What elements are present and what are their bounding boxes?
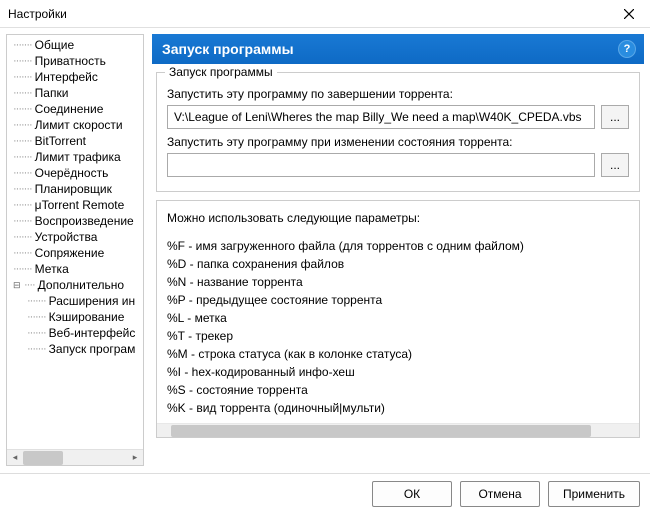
tree-item[interactable]: ·······Общие [7,37,143,53]
panel-header: Запуск программы ? [152,34,644,64]
param-line: %P - предыдущее состояние торрента [167,291,629,309]
tree-item[interactable]: ·······Папки [7,85,143,101]
dialog-button-bar: ОК Отмена Применить [0,473,650,513]
tree-item[interactable]: ·······Кэширование [7,309,143,325]
tree-item[interactable]: ·······Устройства [7,229,143,245]
tree-item[interactable]: ·······BitTorrent [7,133,143,149]
on-finish-input[interactable] [167,105,595,129]
cancel-button[interactable]: Отмена [460,481,540,507]
param-line: %T - трекер [167,327,629,345]
tree-item[interactable]: ·······Интерфейс [7,69,143,85]
on-state-browse-button[interactable]: ... [601,153,629,177]
help-icon: ? [624,43,631,55]
on-finish-label: Запустить эту программу по завершении то… [167,87,629,101]
parameters-box: Можно использовать следующие параметры: … [156,200,640,438]
scroll-right-arrow[interactable]: ▸ [127,452,143,463]
tree-item[interactable]: ·······Соединение [7,101,143,117]
tree-item[interactable]: ·······Расширения ин [7,293,143,309]
params-intro: Можно использовать следующие параметры: [167,209,629,227]
tree-horizontal-scrollbar[interactable]: ◂ ▸ [7,449,143,465]
tree-item[interactable]: ·······μTorrent Remote [7,197,143,213]
param-line: %K - вид торрента (одиночный|мульти) [167,399,629,417]
on-finish-row: ... [167,105,629,129]
close-button[interactable] [608,0,650,28]
param-line: %N - название торрента [167,273,629,291]
scroll-thumb[interactable] [23,451,63,465]
ok-button[interactable]: ОК [372,481,452,507]
tree-item[interactable]: ·······Веб-интерфейс [7,325,143,341]
on-finish-browse-button[interactable]: ... [601,105,629,129]
params-scroll-thumb[interactable] [171,425,591,437]
tree-item[interactable]: ⊟····Дополнительно [7,277,143,293]
tree-item[interactable]: ·······Лимит трафика [7,149,143,165]
tree-item[interactable]: ·······Очерёдность [7,165,143,181]
tree-item[interactable]: ·······Метка [7,261,143,277]
apply-button[interactable]: Применить [548,481,640,507]
category-tree[interactable]: ·······Общие·······Приватность·······Инт… [7,35,143,449]
fieldset-legend: Запуск программы [165,65,277,79]
panel-title: Запуск программы [162,41,294,57]
tree-item[interactable]: ·······Лимит скорости [7,117,143,133]
window-title: Настройки [8,7,67,21]
titlebar: Настройки [0,0,650,28]
category-tree-panel: ·······Общие·······Приватность·······Инт… [6,34,144,466]
on-state-label: Запустить эту программу при изменении со… [167,135,629,149]
content-area: ·······Общие·······Приватность·······Инт… [0,28,650,472]
run-program-fieldset: Запуск программы Запустить эту программу… [156,72,640,192]
scroll-left-arrow[interactable]: ◂ [7,452,23,463]
tree-item[interactable]: ·······Планировщик [7,181,143,197]
close-icon [624,9,634,19]
collapse-icon[interactable]: ⊟ [13,280,22,291]
tree-item[interactable]: ·······Воспроизведение [7,213,143,229]
params-list: %F - имя загруженного файла (для торрент… [167,237,629,417]
help-button[interactable]: ? [618,40,636,58]
on-state-input[interactable] [167,153,595,177]
param-line: %I - hex-кодированный инфо-хеш [167,363,629,381]
settings-body: Запуск программы Запустить эту программу… [152,64,644,466]
param-line: %M - строка статуса (как в колонке стату… [167,345,629,363]
tree-item[interactable]: ·······Приватность [7,53,143,69]
param-line: %F - имя загруженного файла (для торрент… [167,237,629,255]
param-line: %L - метка [167,309,629,327]
tree-item[interactable]: ·······Сопряжение [7,245,143,261]
param-line: %D - папка сохранения файлов [167,255,629,273]
param-line: %S - состояние торрента [167,381,629,399]
tree-item[interactable]: ·······Запуск програм [7,341,143,357]
params-horizontal-scrollbar[interactable] [157,423,639,437]
on-state-row: ... [167,153,629,177]
settings-panel: Запуск программы ? Запуск программы Запу… [152,34,644,466]
